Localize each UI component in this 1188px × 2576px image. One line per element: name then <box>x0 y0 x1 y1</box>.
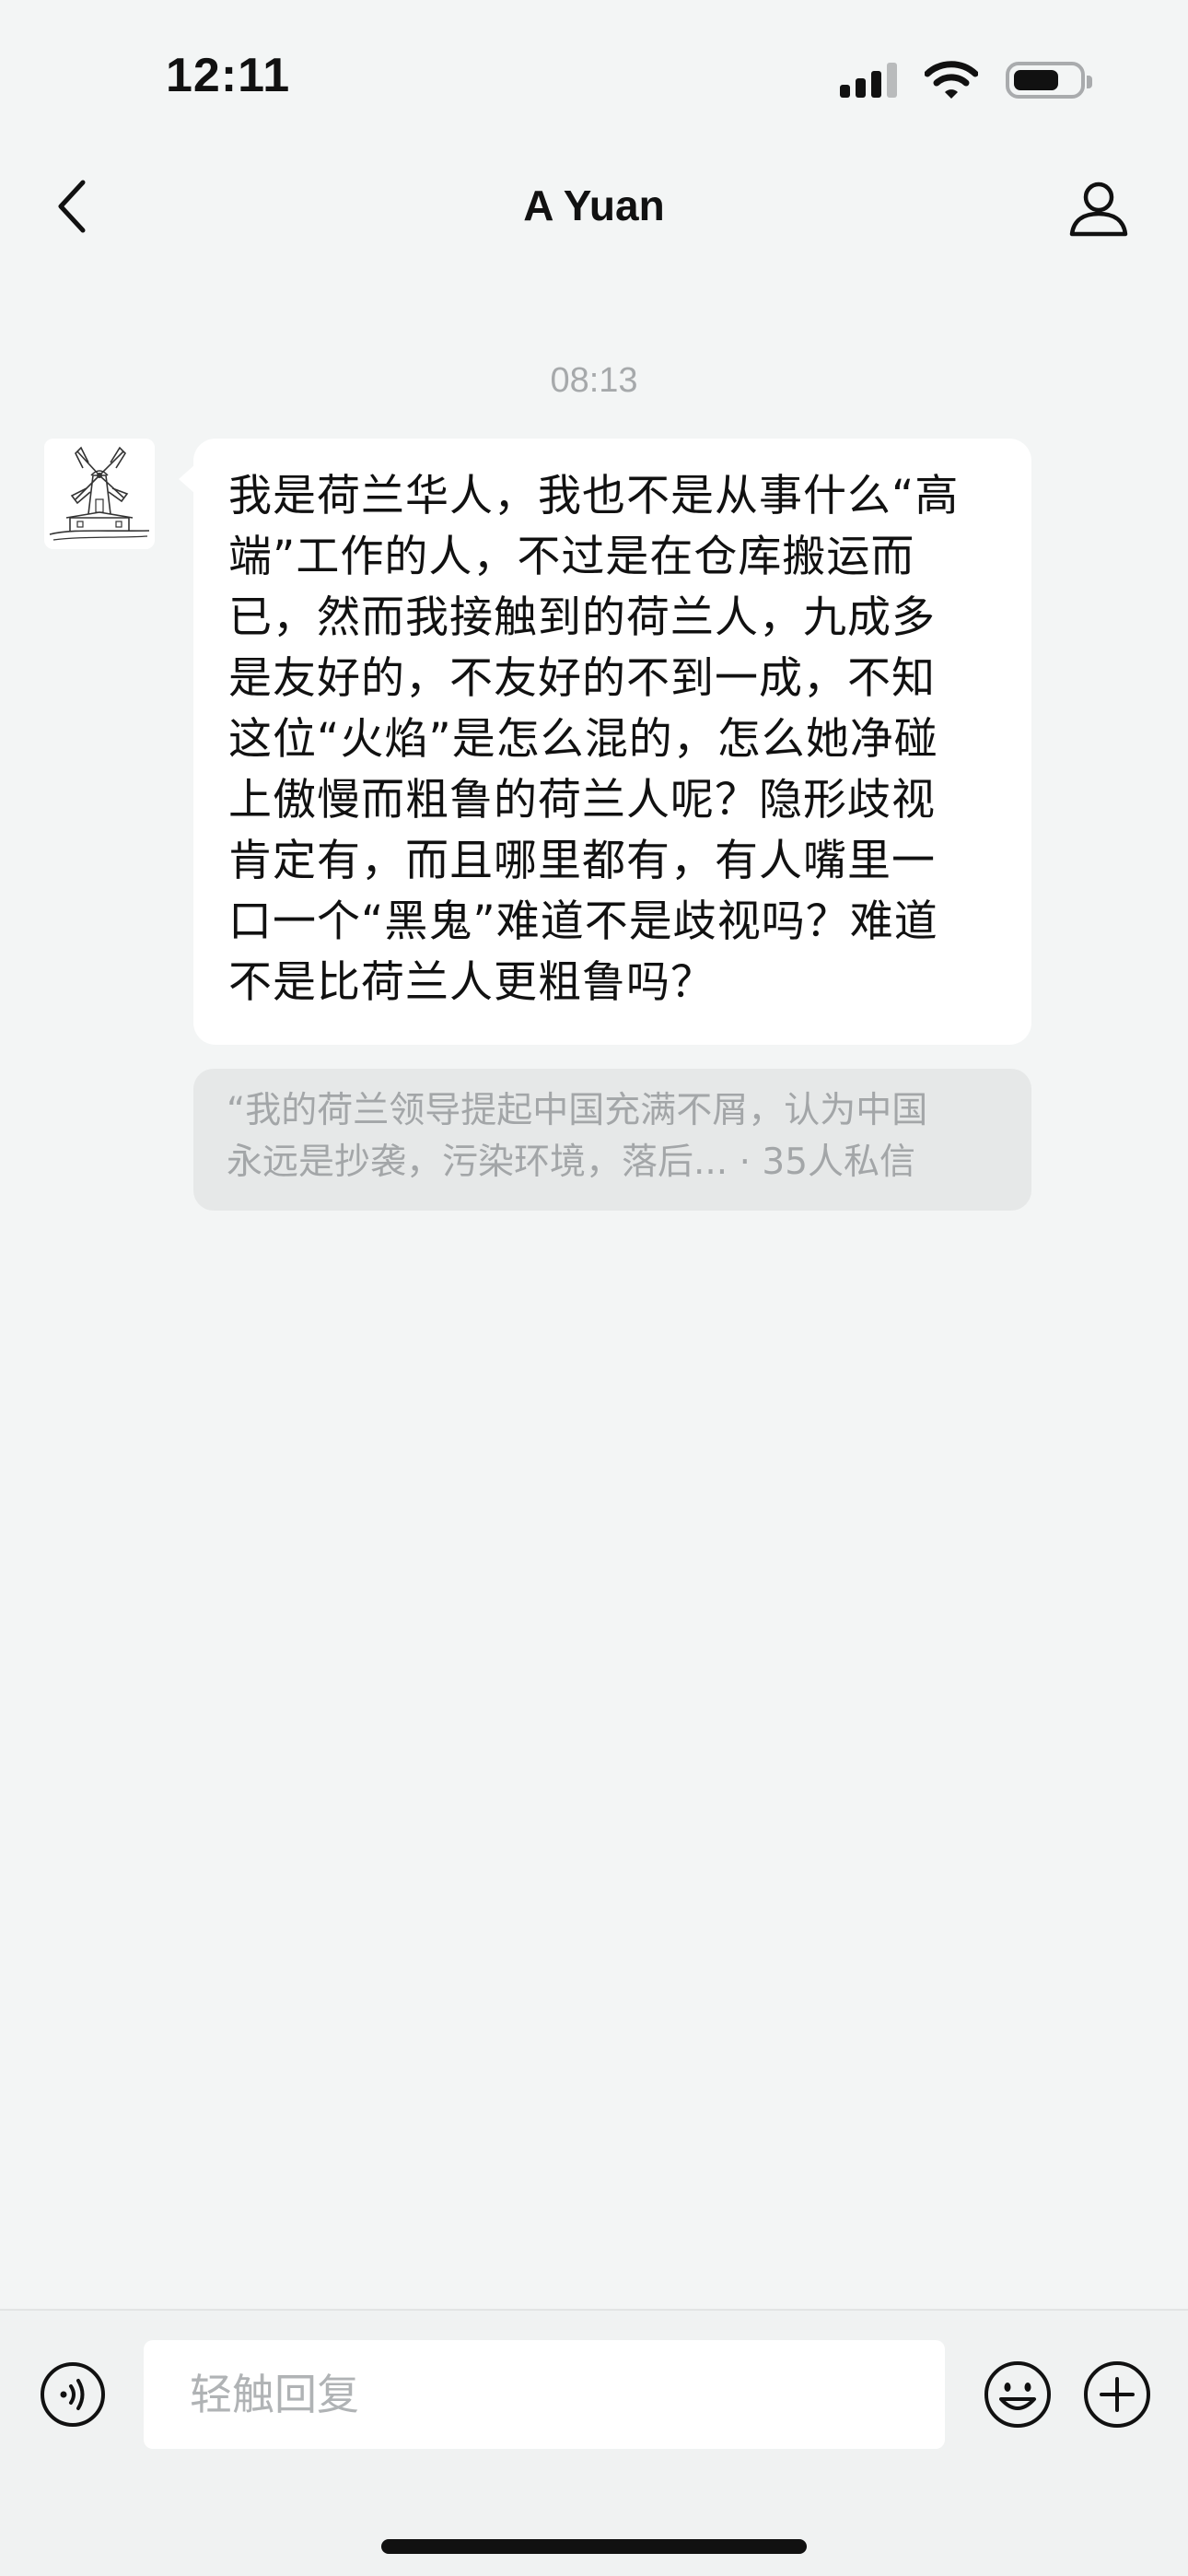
quoted-post-card[interactable]: “我的荷兰领导提起中国充满不屑，认为中国 永远是抄袭，污染环境，落后... · … <box>193 1069 1031 1211</box>
wifi-icon <box>925 61 978 99</box>
voice-button[interactable] <box>39 2360 107 2429</box>
plus-icon <box>1084 2361 1150 2428</box>
windmill-icon <box>44 439 155 549</box>
home-indicator[interactable] <box>381 2539 807 2554</box>
person-icon <box>1069 181 1128 237</box>
quoted-post-line: 永远是抄袭，污染环境，落后... · 35人私信 <box>227 1142 916 1183</box>
battery-icon <box>1006 62 1092 99</box>
cellular-signal-icon <box>840 63 897 98</box>
message-line: 上傲慢而粗鲁的荷兰人呢？隐形歧视 <box>228 775 936 825</box>
chat-screen: 12:11 A Yuan 08:13 我是荷兰华人，我也不是从事什么“高 端”工… <box>0 0 1188 2576</box>
reply-input[interactable]: 轻触回复 <box>144 2340 945 2449</box>
emoji-icon <box>984 2361 1051 2428</box>
profile-button[interactable] <box>1066 177 1131 241</box>
quoted-post-line: “我的荷兰领导提起中国充满不屑，认为中国 <box>227 1090 928 1131</box>
message-line: 端”工作的人，不过是在仓库搬运而 <box>228 532 915 582</box>
message-line: 口一个“黑鬼”难道不是歧视吗？难道 <box>228 896 938 947</box>
message-line: 肯定有，而且哪里都有，有人嘴里一 <box>228 836 936 886</box>
more-button[interactable] <box>1081 2359 1153 2430</box>
status-time: 12:11 <box>166 49 291 102</box>
message-text: 我是荷兰华人，我也不是从事什么“高 端”工作的人，不过是在仓库搬运而 已，然而我… <box>228 466 1000 1013</box>
avatar[interactable] <box>44 439 155 549</box>
emoji-button[interactable] <box>982 2359 1054 2430</box>
status-icons <box>840 59 1092 101</box>
message-line: 这位“火焰”是怎么混的，怎么她净碰 <box>228 714 938 765</box>
message-line: 我是荷兰华人，我也不是从事什么“高 <box>228 471 960 521</box>
message-timestamp: 08:13 <box>550 361 638 400</box>
message-bubble[interactable]: 我是荷兰华人，我也不是从事什么“高 端”工作的人，不过是在仓库搬运而 已，然而我… <box>179 439 1031 1045</box>
message-line: 已，然而我接触到的荷兰人，九成多 <box>228 592 936 643</box>
message-line: 是友好的，不友好的不到一成，不知 <box>228 653 936 704</box>
page-title: A Yuan <box>523 181 665 229</box>
voice-icon <box>41 2362 105 2427</box>
message-line: 不是比荷兰人更粗鲁吗？ <box>228 957 715 1008</box>
